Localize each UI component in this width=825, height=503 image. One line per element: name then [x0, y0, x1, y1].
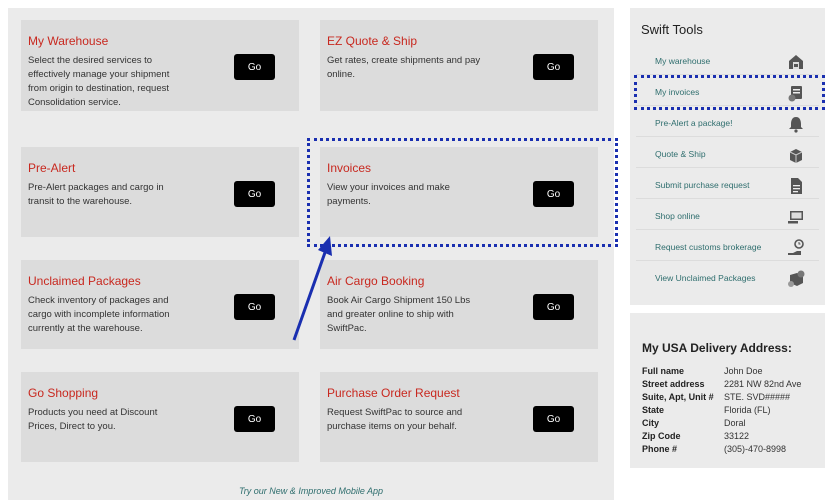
card-ez-quote-ship: EZ Quote & Ship Get rates, create shipme… [320, 20, 598, 111]
shop-monitor-icon [788, 211, 803, 224]
address-value: Doral [724, 418, 746, 428]
card-title[interactable]: My Warehouse [28, 34, 108, 48]
address-value: John Doe [724, 366, 763, 376]
tool-pre-alert[interactable]: Pre-Alert a package! [636, 111, 819, 137]
tool-my-warehouse[interactable]: My warehouse [636, 49, 819, 75]
tool-my-invoices[interactable]: My invoices [636, 80, 819, 106]
alert-bell-icon [789, 117, 803, 133]
go-button-ez-quote-ship[interactable]: Go [533, 54, 574, 80]
customs-icon [788, 239, 804, 255]
invoice-icon [788, 86, 802, 102]
tool-label: My warehouse [655, 56, 711, 66]
card-invoices: Invoices View your invoices and make pay… [320, 147, 598, 237]
document-icon [791, 178, 802, 194]
card-title[interactable]: Unclaimed Packages [28, 274, 141, 288]
go-button-unclaimed-packages[interactable]: Go [234, 294, 275, 320]
address-value: 2281 NW 82nd Ave [724, 379, 802, 389]
card-title[interactable]: Invoices [327, 161, 371, 175]
warehouse-icon [789, 55, 803, 69]
tool-label: Request customs brokerage [655, 242, 762, 252]
tool-label: Pre-Alert a package! [655, 118, 733, 128]
tool-label: Quote & Ship [655, 149, 706, 159]
tool-label: Shop online [655, 211, 700, 221]
card-purchase-order-request: Purchase Order Request Request SwiftPac … [320, 372, 598, 462]
go-button-purchase-order-request[interactable]: Go [533, 406, 574, 432]
tool-label: View Unclaimed Packages [655, 273, 756, 283]
address-key: Phone # [642, 444, 678, 454]
go-button-air-cargo-booking[interactable]: Go [533, 294, 574, 320]
pointer-arrow-icon [292, 236, 332, 341]
go-button-pre-alert[interactable]: Go [234, 181, 275, 207]
card-description: Request SwiftPac to source and purchase … [327, 407, 463, 432]
address-key: State [642, 405, 665, 415]
go-button-go-shopping[interactable]: Go [234, 406, 275, 432]
card-description: Get rates, create shipments and pay onli… [327, 55, 481, 80]
tool-label: Submit purchase request [655, 180, 750, 190]
go-button-my-warehouse[interactable]: Go [234, 54, 275, 80]
tool-quote-ship[interactable]: Quote & Ship [636, 142, 819, 168]
card-unclaimed-packages: Unclaimed Packages Check inventory of pa… [21, 260, 299, 349]
swift-tools-panel: Swift Tools My warehouse My invoices Pre… [630, 8, 825, 305]
go-button-invoices[interactable]: Go [533, 181, 574, 207]
mobile-app-link[interactable]: Try our New & Improved Mobile App [8, 486, 614, 496]
card-description: Check inventory of packages and cargo wi… [28, 295, 170, 334]
card-description: Products you need at Discount Prices, Di… [28, 407, 158, 432]
card-my-warehouse: My Warehouse Select the desired services… [21, 20, 299, 111]
card-title[interactable]: Go Shopping [28, 386, 98, 400]
delivery-address-panel: My USA Delivery Address: Full name John … [630, 313, 825, 468]
address-key: Zip Code [642, 431, 681, 441]
card-go-shopping: Go Shopping Products you need at Discoun… [21, 372, 299, 462]
card-pre-alert: Pre-Alert Pre-Alert packages and cargo i… [21, 147, 299, 237]
swift-tools-title: Swift Tools [641, 22, 703, 37]
tool-view-unclaimed-packages[interactable]: View Unclaimed Packages [636, 266, 819, 291]
card-title[interactable]: Air Cargo Booking [327, 274, 424, 288]
card-description: Pre-Alert packages and cargo in transit … [28, 182, 164, 207]
card-description: Book Air Cargo Shipment 150 Lbs and grea… [327, 295, 471, 334]
address-value: (305)-470-8998 [724, 444, 787, 454]
card-air-cargo-booking: Air Cargo Booking Book Air Cargo Shipmen… [320, 260, 598, 349]
address-value: STE. SVD##### [724, 392, 791, 402]
tool-submit-purchase-request[interactable]: Submit purchase request [636, 173, 819, 199]
address-value: 33122 [724, 431, 750, 441]
card-description: Select the desired services to effective… [28, 55, 170, 108]
card-title[interactable]: EZ Quote & Ship [327, 34, 417, 48]
card-title[interactable]: Pre-Alert [28, 161, 75, 175]
quote-box-icon [789, 149, 803, 163]
card-title[interactable]: Purchase Order Request [327, 386, 460, 400]
address-key: Street address [642, 379, 705, 389]
tool-shop-online[interactable]: Shop online [636, 204, 819, 230]
unclaimed-package-icon [788, 270, 805, 287]
address-key: Full name [642, 366, 685, 376]
address-value: Florida (FL) [724, 405, 771, 415]
address-key: City [642, 418, 660, 428]
tool-request-customs-brokerage[interactable]: Request customs brokerage [636, 235, 819, 261]
card-description: View your invoices and make payments. [327, 182, 450, 207]
address-key: Suite, Apt, Unit # [642, 392, 714, 402]
tool-label: My invoices [655, 87, 700, 97]
address-title: My USA Delivery Address: [642, 341, 792, 355]
